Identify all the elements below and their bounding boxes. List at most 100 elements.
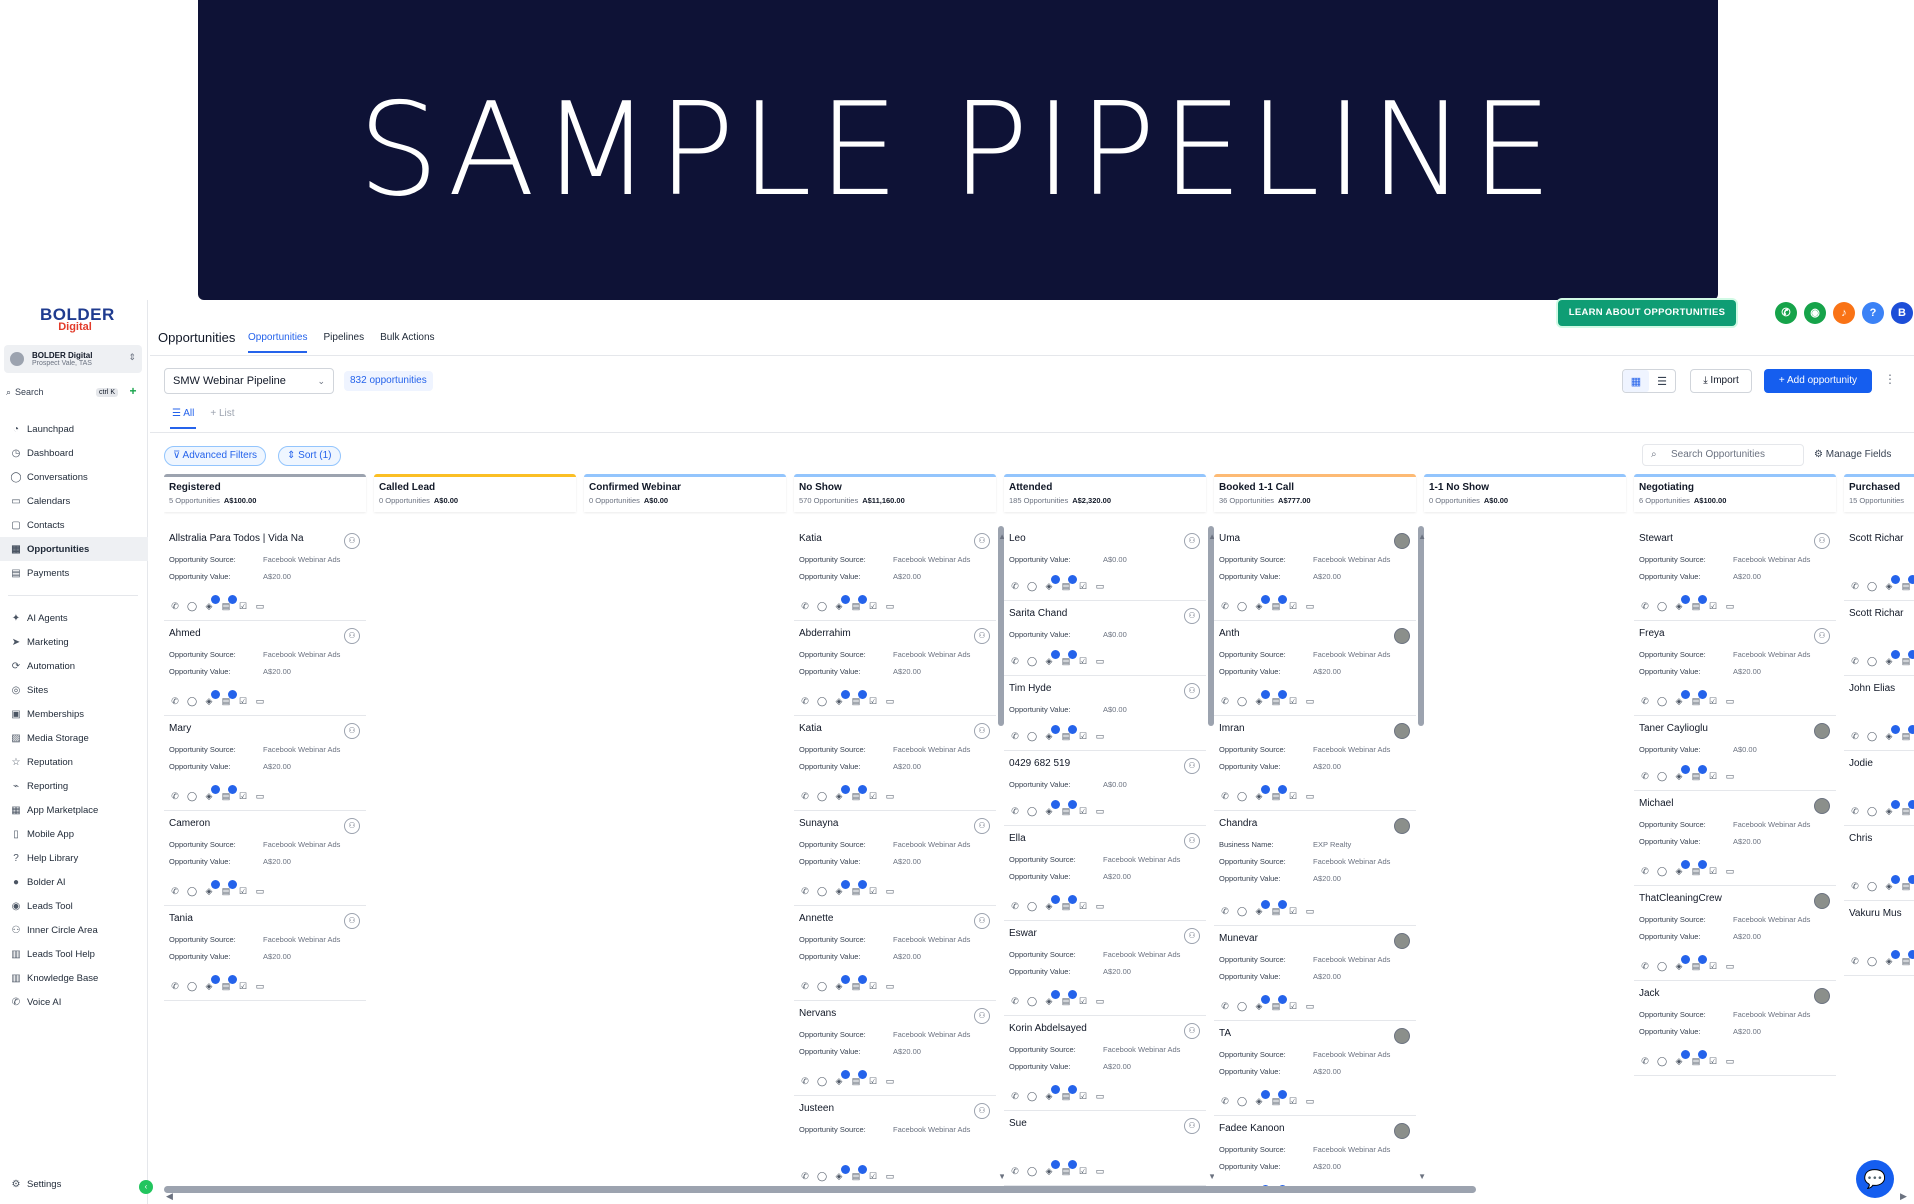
- card-name[interactable]: Imran: [1219, 723, 1389, 734]
- chat-icon[interactable]: ◯: [1236, 1095, 1248, 1107]
- card-name[interactable]: Sunayna: [799, 818, 969, 829]
- sidebar-item-leads-tool-help[interactable]: ▥ Leads Tool Help: [0, 942, 148, 966]
- manage-fields-button[interactable]: ⚙ Manage Fields: [1814, 449, 1891, 460]
- tag-icon[interactable]: ◈: [203, 690, 220, 707]
- tag-icon[interactable]: ◈: [203, 595, 220, 612]
- task-icon[interactable]: ☑: [867, 600, 879, 612]
- note-icon[interactable]: ▤: [850, 1165, 867, 1182]
- assignee-avatar[interactable]: [1814, 893, 1830, 909]
- chat-icon[interactable]: ◯: [1656, 1055, 1668, 1067]
- task-icon[interactable]: ☑: [1707, 600, 1719, 612]
- phone-icon[interactable]: ✆: [169, 980, 181, 992]
- tag-icon[interactable]: ◈: [1043, 800, 1060, 817]
- chat-icon[interactable]: ◯: [1656, 695, 1668, 707]
- card-name[interactable]: Tim Hyde: [1009, 683, 1179, 694]
- tag-icon[interactable]: ◈: [833, 975, 850, 992]
- chat-icon[interactable]: ◯: [1866, 955, 1878, 967]
- phone-icon[interactable]: ✆: [799, 1075, 811, 1087]
- opportunity-card[interactable]: Uma Opportunity Source: Facebook Webinar A…: [1214, 526, 1416, 621]
- note-icon[interactable]: ▤: [220, 595, 237, 612]
- chat-icon[interactable]: ◯: [1236, 790, 1248, 802]
- tag-icon[interactable]: ◈: [1043, 725, 1060, 742]
- note-icon[interactable]: ▤: [1060, 1085, 1077, 1102]
- card-name[interactable]: Allstralia Para Todos | Vida Na: [169, 533, 339, 544]
- chat-icon[interactable]: ◯: [816, 885, 828, 897]
- sidebar-item-bolder-ai[interactable]: ● Bolder AI: [0, 870, 148, 894]
- sidebar-item-knowledge-base[interactable]: ▥ Knowledge Base: [0, 966, 148, 990]
- assign-user-icon[interactable]: ⚇: [1814, 628, 1830, 644]
- chat-icon[interactable]: ◯: [816, 1170, 828, 1182]
- tab-opportunities[interactable]: Opportunities: [248, 332, 308, 353]
- opportunity-card[interactable]: Scott Richar⚇✆◯◈▤☑▭: [1844, 526, 1914, 601]
- tag-icon[interactable]: ◈: [1883, 575, 1900, 592]
- card-name[interactable]: Eswar: [1009, 928, 1179, 939]
- pipeline-select[interactable]: SMW Webinar Pipeline ⌄: [164, 368, 334, 394]
- opportunity-card[interactable]: Nervans ⚇ Opportunity Source: Facebook Webi…: [794, 1001, 996, 1096]
- note-icon[interactable]: ▤: [1270, 595, 1287, 612]
- scroll-left-icon[interactable]: ◀: [166, 1191, 173, 1202]
- task-icon[interactable]: ☑: [1287, 600, 1299, 612]
- assignee-avatar[interactable]: [1394, 723, 1410, 739]
- task-icon[interactable]: ☑: [1077, 805, 1089, 817]
- card-name[interactable]: Stewart: [1639, 533, 1809, 544]
- assignee-avatar[interactable]: [1814, 988, 1830, 1004]
- tag-icon[interactable]: ◈: [1673, 1050, 1690, 1067]
- calendar-icon[interactable]: ▭: [884, 885, 896, 897]
- task-icon[interactable]: ☑: [1077, 655, 1089, 667]
- card-name[interactable]: Sarita Chand: [1009, 608, 1179, 619]
- phone-icon[interactable]: ✆: [1639, 770, 1651, 782]
- chat-icon[interactable]: ◯: [816, 980, 828, 992]
- card-name[interactable]: Munevar: [1219, 933, 1389, 944]
- card-name[interactable]: Annette: [799, 913, 969, 924]
- calendar-icon[interactable]: ▭: [1724, 865, 1736, 877]
- card-name[interactable]: Sue: [1009, 1118, 1179, 1129]
- card-name[interactable]: Katia: [799, 723, 969, 734]
- opportunity-card[interactable]: Vakuru Mus⚇✆◯◈▤☑▭: [1844, 901, 1914, 976]
- account-switcher[interactable]: BOLDER Digital Prospect Vale, TAS ⇕: [4, 345, 142, 373]
- assign-user-icon[interactable]: ⚇: [1184, 608, 1200, 624]
- task-icon[interactable]: ☑: [1707, 960, 1719, 972]
- tag-icon[interactable]: ◈: [833, 595, 850, 612]
- tag-icon[interactable]: ◈: [1253, 595, 1270, 612]
- tab-pipelines[interactable]: Pipelines: [323, 332, 364, 353]
- calendar-icon[interactable]: ▭: [1094, 1090, 1106, 1102]
- card-name[interactable]: Scott Richar: [1849, 608, 1914, 619]
- tag-icon[interactable]: ◈: [833, 1070, 850, 1087]
- task-icon[interactable]: ☑: [1287, 790, 1299, 802]
- sidebar-item-voice-ai[interactable]: ✆ Voice AI: [0, 990, 148, 1014]
- sidebar-item-app-marketplace[interactable]: ▦ App Marketplace: [0, 798, 148, 822]
- assign-user-icon[interactable]: ⚇: [974, 1103, 990, 1119]
- card-name[interactable]: Mary: [169, 723, 339, 734]
- chat-icon[interactable]: ◯: [1026, 655, 1038, 667]
- opportunity-card[interactable]: Abderrahim ⚇ Opportunity Source: Facebook W…: [794, 621, 996, 716]
- chat-icon[interactable]: ◯: [1026, 995, 1038, 1007]
- card-name[interactable]: Fadee Kanoon: [1219, 1123, 1389, 1134]
- note-icon[interactable]: ▤: [1690, 595, 1707, 612]
- calendar-icon[interactable]: ▭: [1304, 1095, 1316, 1107]
- chat-icon[interactable]: ◯: [1026, 805, 1038, 817]
- sidebar-item-inner-circle-area[interactable]: ⚇ Inner Circle Area: [0, 918, 148, 942]
- phone-icon[interactable]: ✆: [1849, 580, 1861, 592]
- sidebar-item-reputation[interactable]: ☆ Reputation: [0, 750, 148, 774]
- task-icon[interactable]: ☑: [867, 790, 879, 802]
- phone-icon[interactable]: ✆: [799, 695, 811, 707]
- assign-user-icon[interactable]: ⚇: [344, 628, 360, 644]
- note-icon[interactable]: ▤: [1270, 900, 1287, 917]
- card-name[interactable]: Cameron: [169, 818, 339, 829]
- phone-icon[interactable]: ✆: [1009, 1165, 1021, 1177]
- card-name[interactable]: TA: [1219, 1028, 1389, 1039]
- assign-user-icon[interactable]: ⚇: [344, 723, 360, 739]
- opportunity-card[interactable]: Chris⚇✆◯◈▤☑▭: [1844, 826, 1914, 901]
- note-icon[interactable]: ▤: [1060, 990, 1077, 1007]
- chat-icon[interactable]: ◯: [186, 600, 198, 612]
- opportunity-card[interactable]: Imran Opportunity Source: Facebook Webinar…: [1214, 716, 1416, 811]
- note-icon[interactable]: ▤: [220, 785, 237, 802]
- assignee-avatar[interactable]: [1814, 798, 1830, 814]
- assign-user-icon[interactable]: ⚇: [344, 818, 360, 834]
- task-icon[interactable]: ☑: [1287, 1095, 1299, 1107]
- sidebar-item-memberships[interactable]: ▣ Memberships: [0, 702, 148, 726]
- tab-bulk-actions[interactable]: Bulk Actions: [380, 332, 434, 353]
- opportunity-card[interactable]: Katia ⚇ Opportunity Source: Facebook Webina…: [794, 526, 996, 621]
- chat-icon[interactable]: ◯: [1236, 695, 1248, 707]
- card-name[interactable]: 0429 682 519: [1009, 758, 1179, 769]
